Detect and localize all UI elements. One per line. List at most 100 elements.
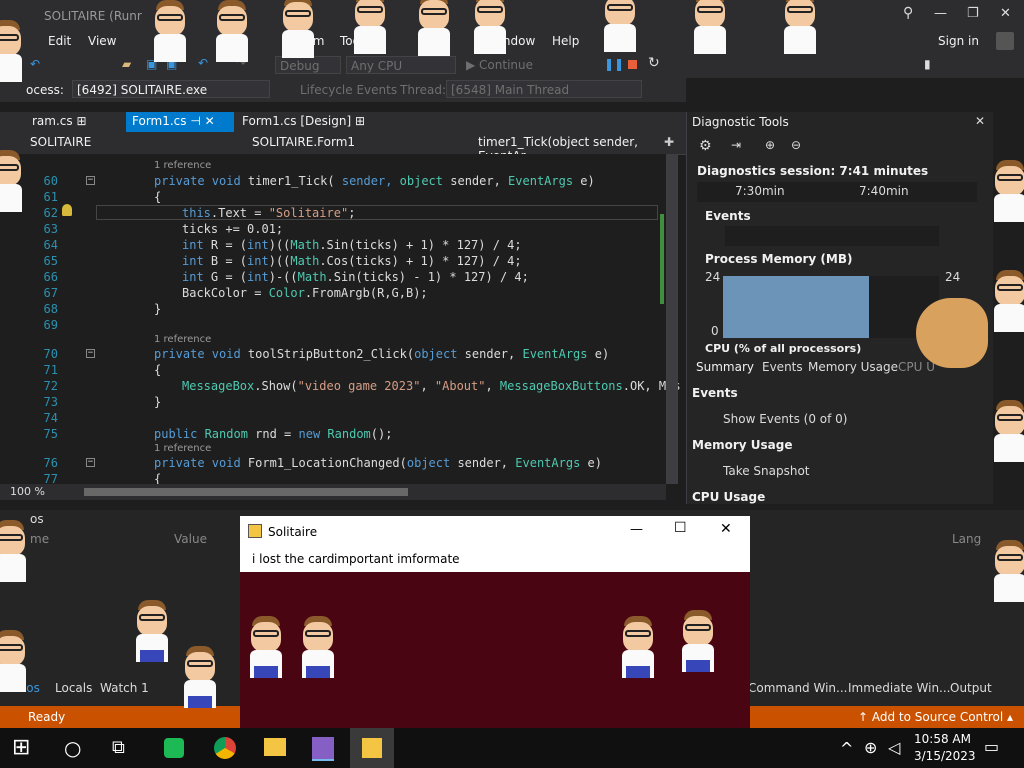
take-snapshot-button[interactable]: Take Snapshot: [723, 464, 810, 478]
minimize-button[interactable]: —: [934, 6, 947, 21]
tab-immediate-window[interactable]: Immediate Win...: [848, 681, 951, 695]
pin-icon[interactable]: ⊞: [355, 114, 365, 128]
close-icon[interactable]: ✕: [205, 114, 215, 128]
split-icon[interactable]: ✚: [664, 135, 674, 149]
zoom-in-icon[interactable]: ⊕: [765, 138, 775, 152]
tab-watch[interactable]: Watch 1: [100, 681, 149, 695]
line-number: 70: [43, 347, 58, 361]
thread-dropdown[interactable]: [6548] Main Thread: [446, 80, 642, 98]
close-button[interactable]: ✕: [720, 521, 732, 537]
project-dropdown[interactable]: SOLITAIRE: [30, 135, 91, 149]
close-button[interactable]: ✕: [1000, 6, 1011, 21]
tab-form1-design[interactable]: Form1.cs [Design] ⊞: [236, 112, 371, 132]
line-number: 67: [43, 286, 58, 300]
collapse-icon[interactable]: −: [86, 349, 95, 358]
type: Random: [204, 427, 248, 441]
bookmark-icon[interactable]: ▮: [924, 57, 931, 71]
pin-icon[interactable]: ⊞: [76, 114, 86, 128]
section-memory: Memory Usage: [692, 438, 793, 452]
tab-program[interactable]: ram.cs ⊞: [26, 112, 93, 132]
chevron-up-icon[interactable]: ^: [840, 739, 853, 758]
code-line: private void Form1_LocationChanged(objec…: [154, 456, 602, 470]
maximize-button[interactable]: ❐: [967, 6, 979, 21]
pause-icon[interactable]: ❚❚: [604, 57, 624, 71]
stop-icon[interactable]: [628, 60, 637, 69]
account-icon[interactable]: [996, 32, 1014, 50]
settings-icon[interactable]: ⚙: [699, 138, 712, 154]
undo-icon[interactable]: ↶: [198, 56, 208, 70]
chrome-icon[interactable]: [214, 737, 236, 759]
line-number: 69: [43, 318, 58, 332]
clock-time[interactable]: 10:58 AM: [914, 732, 971, 746]
lifecycle-events[interactable]: Lifecycle Events: [300, 83, 397, 97]
search-icon[interactable]: ○: [64, 734, 92, 762]
visual-studio-icon[interactable]: [312, 737, 334, 761]
string-literal: "Solitaire": [268, 206, 349, 220]
menu-view[interactable]: View: [88, 34, 116, 48]
config-dropdown[interactable]: Debug: [275, 56, 341, 74]
volume-icon[interactable]: ◁: [888, 738, 900, 757]
notification-icon[interactable]: ▭: [984, 737, 999, 756]
type: Math: [297, 270, 327, 284]
zoom-out-icon[interactable]: ⊖: [791, 138, 801, 152]
code-lens[interactable]: 1 reference: [154, 334, 211, 345]
lightbulb-icon[interactable]: [62, 204, 72, 216]
tab-command-window[interactable]: Command Win...: [748, 681, 847, 695]
tab-memory-usage[interactable]: Memory Usage: [808, 360, 898, 374]
type: Math: [290, 254, 320, 268]
task-view-icon[interactable]: ⧉: [112, 734, 140, 762]
sign-in-link[interactable]: Sign in: [938, 34, 979, 48]
tab-cpu-usage[interactable]: CPU U: [898, 360, 935, 374]
keyword: private void: [154, 174, 248, 188]
tab-events[interactable]: Events: [762, 360, 803, 374]
tab-output[interactable]: Output: [950, 681, 992, 695]
restart-icon[interactable]: ↻: [648, 55, 660, 71]
tab-locals[interactable]: Locals: [55, 681, 92, 695]
menu-important[interactable]: important imformate: [334, 552, 460, 566]
collapse-icon[interactable]: −: [86, 176, 95, 185]
tab-form1[interactable]: Form1.cs ⊣ ✕: [126, 112, 234, 132]
spotify-icon[interactable]: [164, 738, 184, 758]
process-dropdown[interactable]: [6492] SOLITAIRE.exe: [72, 80, 270, 98]
code-lens[interactable]: 1 reference: [154, 160, 211, 171]
cartoon-character: [618, 616, 658, 678]
solitaire-taskbar-icon[interactable]: [350, 728, 394, 768]
export-icon[interactable]: ⇥: [731, 138, 741, 152]
close-icon[interactable]: ✕: [975, 114, 985, 128]
memory-axis-max: 24: [705, 270, 721, 284]
vertical-scrollbar[interactable]: [666, 154, 678, 484]
type: EventArgs: [508, 174, 574, 188]
search-icon[interactable]: ⚲: [903, 5, 913, 21]
solitaire-canvas[interactable]: [240, 572, 750, 730]
zoom-level[interactable]: 100 %: [10, 485, 45, 498]
code-text: e): [573, 174, 595, 188]
menu-lost-card[interactable]: i lost the card: [252, 552, 334, 566]
pin-icon[interactable]: ⊣: [190, 114, 200, 128]
source-control-button[interactable]: ↑ Add to Source Control ▴: [858, 710, 1013, 724]
menu-help[interactable]: Help: [552, 34, 579, 48]
file-explorer-icon[interactable]: [264, 738, 286, 756]
open-folder-icon[interactable]: ▰: [122, 57, 131, 71]
string-literal: "About": [434, 379, 486, 393]
clock-date[interactable]: 3/15/2023: [914, 749, 976, 763]
horizontal-scrollbar[interactable]: [84, 488, 408, 496]
continue-button[interactable]: ▶ Continue: [466, 58, 533, 72]
back-icon[interactable]: ↶: [30, 57, 40, 71]
menu-edit[interactable]: Edit: [48, 34, 71, 48]
cartoon-character: [678, 610, 718, 672]
tab-summary[interactable]: Summary: [696, 360, 754, 374]
collapse-icon[interactable]: −: [86, 458, 95, 467]
cartoon-character: [600, 0, 640, 52]
line-number: 71: [43, 363, 58, 377]
platform-dropdown[interactable]: Any CPU: [346, 56, 456, 74]
maximize-button[interactable]: ☐: [674, 520, 687, 536]
editor-status-strip: 100 %: [0, 484, 666, 500]
class-dropdown[interactable]: SOLITAIRE.Form1: [252, 135, 355, 149]
line-number: 76: [43, 456, 58, 470]
minimize-button[interactable]: —: [630, 522, 643, 537]
code-lens[interactable]: 1 reference: [154, 443, 211, 454]
network-icon[interactable]: ⊕: [864, 738, 877, 757]
start-button[interactable]: ⊞: [12, 734, 40, 762]
show-events-link[interactable]: Show Events (0 of 0): [723, 412, 847, 426]
code-editor[interactable]: 1 reference 60 − private void timer1_Tic…: [0, 154, 681, 486]
